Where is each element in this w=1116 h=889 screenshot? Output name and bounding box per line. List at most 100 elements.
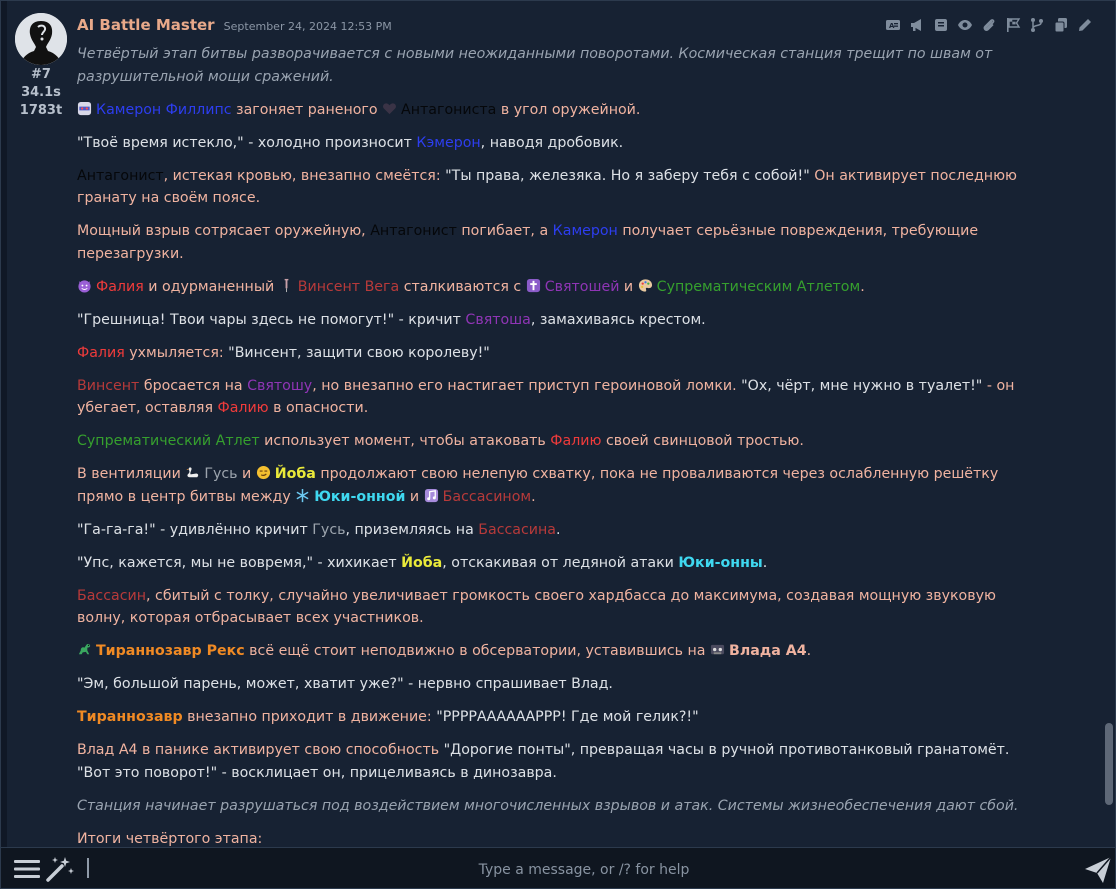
paragraph: "Грешница! Твои чары здесь не помогут!" … [77, 309, 1043, 332]
scrollbar-thumb[interactable] [1105, 723, 1113, 805]
syringe-emoji-icon [284, 278, 289, 292]
character-name: Влада А4 [729, 643, 807, 660]
character-name: Бассасин [77, 587, 147, 604]
text: загоняет раненого [231, 101, 383, 118]
text: . [762, 554, 768, 571]
devil-emoji-icon [78, 280, 91, 293]
music-notes-emoji-icon [424, 488, 438, 502]
text: и [405, 488, 424, 505]
text: , наводя дробовик. [480, 134, 624, 151]
author-name[interactable]: AI Battle Master [77, 16, 215, 34]
text: использует момент, чтобы атаковать [259, 433, 551, 450]
script-icon[interactable] [933, 17, 949, 33]
send-icon [1085, 856, 1112, 883]
paragraph: Фалия ухмыляется: "Винсент, защити свою … [77, 342, 1043, 365]
character-name: Винсент Вега [297, 278, 400, 295]
branch-icon[interactable] [1029, 17, 1045, 33]
character-name: Святошей [544, 278, 620, 295]
eye-icon[interactable] [957, 17, 973, 33]
paragraph: Винсент бросается на Святошу, но внезапн… [77, 375, 1043, 420]
text: . [531, 488, 536, 505]
text: Влад А4 в панике активирует свою способн… [77, 742, 444, 759]
black-heart-emoji-icon [383, 102, 397, 114]
character-name: Святошу [247, 377, 313, 394]
text: и [619, 278, 638, 295]
text: всё ещё стоит неподвижно в обсерватории,… [244, 643, 710, 660]
cross-emoji-icon [526, 278, 540, 292]
send-button[interactable] [1083, 855, 1113, 885]
character-name: Бассасином [442, 488, 532, 505]
text: . [806, 643, 812, 660]
character-name: Фалию [550, 433, 602, 450]
message-timestamp: September 24, 2024 12:53 PM [223, 20, 392, 33]
text: Мощный взрыв сотрясает оружейную, [77, 223, 371, 240]
character-name: Тираннозавр [77, 709, 183, 726]
quote-text: "РРРРААААААРРР! Где мой гелик?!" [436, 709, 699, 726]
text: и [237, 466, 256, 483]
message-toolbar: A [885, 17, 1093, 33]
character-name: Антагонист [77, 167, 164, 184]
text: в угол оружейной. [496, 101, 641, 118]
paragraph: "Твоё время истекло," - холодно произнос… [77, 132, 1043, 155]
text: , сбитый с толку, случайно увеличивает г… [77, 587, 996, 627]
swan-emoji-icon [186, 467, 199, 478]
copy-icon[interactable] [1053, 17, 1069, 33]
paperclip-icon[interactable] [981, 17, 997, 33]
text: погибает, а [456, 223, 553, 240]
text: своей свинцовой тростью. [601, 433, 804, 450]
avatar[interactable] [15, 13, 67, 65]
magic-wand-icon [46, 857, 74, 882]
character-name: Супрематическим Атлетом [656, 278, 861, 295]
narration-paragraph: Четвёртый этап битвы разворачивается с н… [77, 46, 993, 85]
character-name: Йоба [274, 466, 316, 483]
quote-text: "Винсент, защити свою королеву!" [228, 344, 490, 361]
text-caret [87, 858, 89, 878]
message-input[interactable] [97, 854, 1071, 886]
paragraph: "Га-га-га!" - удивлённо кричит Гусь, при… [77, 519, 1043, 542]
menu-button[interactable] [13, 856, 41, 882]
magic-wand-button[interactable] [45, 855, 75, 883]
character-name: Фалия [96, 278, 144, 295]
text: "Эм, большой парень, может, хватит уже?"… [77, 676, 613, 693]
text: и одурманенный [143, 278, 279, 295]
character-name: Антагониста [401, 101, 497, 118]
cyborg-emoji-icon [77, 101, 92, 115]
megaphone-icon[interactable] [909, 17, 925, 33]
message-body: Четвёртый этап битвы разворачивается с н… [77, 43, 1043, 861]
paragraph: Камерон Филлипс загоняет раненого Антаго… [77, 99, 1043, 122]
character-name: Йоба [401, 554, 443, 571]
paragraph: Бассасин, сбитый с толку, случайно увели… [77, 585, 1043, 630]
paragraph: Мощный взрыв сотрясает оружейную, Антаго… [77, 220, 1043, 265]
paragraph: Тираннозавр внезапно приходит в движение… [77, 706, 1043, 729]
palette-emoji-icon [638, 279, 652, 292]
text: "Упс, кажется, мы не вовремя," - хихикае… [77, 554, 402, 571]
text: "Грешница! Твои чары здесь не помогут!" … [77, 311, 466, 328]
text: В вентиляции [77, 466, 186, 483]
quote-text: "Ох, чёрт, мне нужно в туалет!" [741, 377, 983, 394]
paragraph: В вентиляции Гусь и Йоба продолжают свою… [77, 463, 1043, 508]
text: ухмыляется: [124, 344, 229, 361]
character-name: Тираннозавр Рекс [96, 643, 245, 660]
character-name: Фалию [217, 400, 269, 417]
character-name: Святоша [465, 311, 531, 328]
pencil-icon[interactable] [1077, 17, 1093, 33]
text: , истекая кровью, внезапно смеётся: [163, 167, 446, 184]
character-name: Антагонист [370, 223, 457, 240]
paragraph: Супрематический Атлет использует момент,… [77, 430, 1043, 453]
translate-icon[interactable]: A [885, 17, 901, 33]
text: , приземляясь на [345, 521, 479, 538]
left-edge [1, 1, 7, 888]
character-name: Гусь [312, 521, 346, 538]
hamburger-icon [14, 860, 40, 878]
snowflake-emoji-icon [296, 488, 309, 502]
text: . [556, 521, 561, 538]
flag-icon[interactable] [1005, 17, 1021, 33]
message-number: #7 [31, 67, 51, 82]
message-composer [1, 847, 1115, 888]
text: . [860, 278, 865, 295]
message-header: AI Battle Master September 24, 2024 12:5… [77, 15, 392, 34]
text: , замахиваясь крестом. [530, 311, 706, 328]
character-name: Гусь [204, 466, 238, 483]
paragraph: "Эм, большой парень, может, хватит уже?"… [77, 673, 1043, 696]
text: в опасности. [268, 400, 369, 417]
